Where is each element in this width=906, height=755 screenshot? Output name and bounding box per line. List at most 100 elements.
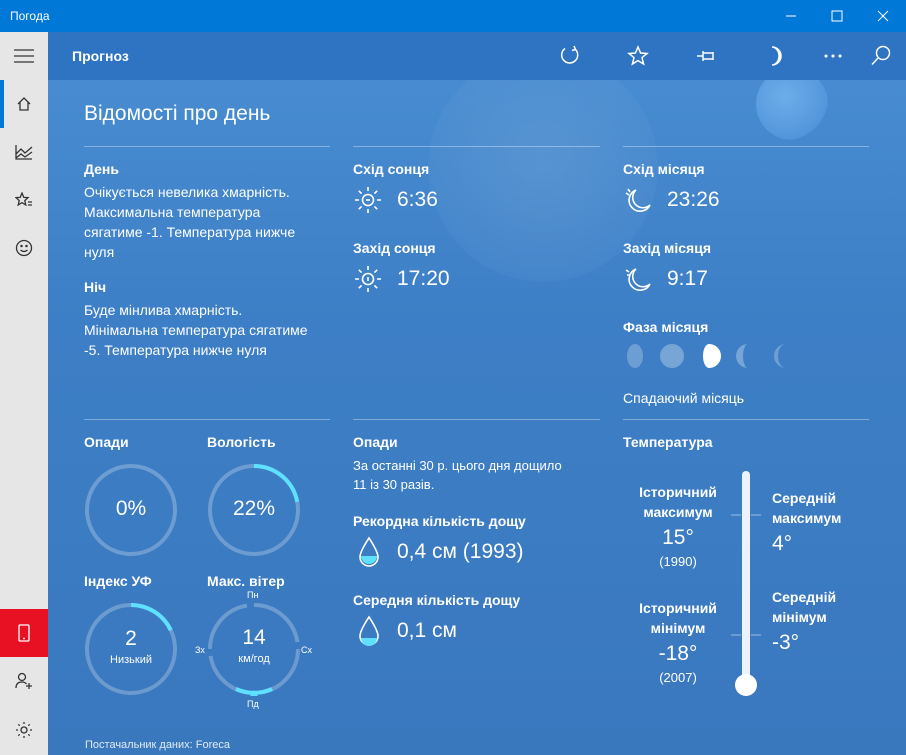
dark-mode-button[interactable] — [758, 40, 790, 72]
humidity-gauge: 22% — [207, 463, 301, 557]
historical-min-title: мінімум — [650, 620, 706, 636]
divider — [353, 146, 600, 147]
refresh-button[interactable] — [554, 40, 586, 72]
wind-east-label: Сх — [301, 645, 312, 655]
uv-gauge: 2 Низький — [84, 602, 178, 696]
historical-min-value: -18° — [658, 642, 698, 665]
search-button[interactable] — [865, 40, 897, 72]
phone-icon — [18, 624, 30, 642]
add-user-icon — [15, 672, 32, 689]
thermometer-icon — [731, 471, 761, 696]
historical-max-title: максимум — [643, 504, 713, 520]
sidebar-item-settings[interactable] — [0, 706, 48, 754]
pin-icon — [697, 51, 714, 61]
history-text-line: За останні 30 р. цього дня дощило — [353, 458, 562, 473]
star-icon — [627, 45, 649, 66]
night-label: Ніч — [84, 279, 107, 295]
page-title: Прогноз — [72, 48, 129, 64]
average-max: Середній максимум 4° — [772, 488, 882, 556]
average-min: Середній мінімум -3° — [772, 587, 882, 655]
average-min-title: мінімум — [772, 609, 827, 625]
humidity-value: 22% — [232, 497, 276, 520]
history-text-line: 11 із 30 разів. — [353, 477, 435, 492]
historical-min-year: (2007) — [659, 670, 697, 685]
average-max-title: максимум — [772, 510, 842, 526]
history-precip-label: Опади — [353, 434, 398, 450]
historical-max-year: (1990) — [659, 554, 697, 569]
pin-button[interactable] — [691, 40, 723, 72]
moonset-icon — [624, 266, 654, 299]
close-button[interactable] — [860, 0, 906, 32]
historical-max-value: 15° — [662, 526, 694, 549]
favorite-button[interactable] — [622, 40, 654, 72]
historical-min-title: Історичний — [639, 600, 717, 616]
home-icon — [17, 97, 31, 111]
record-rain-label: Рекордна кількість дощу — [353, 513, 526, 529]
refresh-icon — [560, 45, 579, 64]
sunrise-time: 6:36 — [397, 188, 438, 211]
day-text-line: Максимальна температура — [84, 204, 261, 220]
sidebar-item-account[interactable] — [0, 657, 48, 705]
hamburger-menu-button[interactable] — [0, 32, 48, 80]
historical-min: Історичний мінімум -18° (2007) — [626, 598, 730, 685]
divider — [623, 146, 869, 147]
active-indicator — [0, 80, 4, 128]
moonset-time: 9:17 — [667, 267, 708, 290]
divider — [353, 419, 600, 420]
moonrise-icon — [624, 187, 654, 220]
average-min-title: Середній — [772, 589, 837, 605]
night-text-line: Мінімальна температура сягатиме — [84, 322, 308, 338]
chart-icon — [15, 145, 33, 160]
close-icon — [877, 10, 889, 22]
precip-value: 0% — [115, 497, 147, 520]
sidebar-item-favorites[interactable] — [0, 176, 48, 224]
minimize-icon — [786, 15, 796, 17]
avg-rain-value: 0,1 см — [397, 619, 457, 642]
moon-phase-label: Фаза місяця — [623, 319, 709, 335]
sidebar-item-life[interactable] — [0, 224, 48, 272]
wind-speed: 14 — [242, 626, 266, 649]
sidebar-item-mobile[interactable] — [0, 609, 48, 657]
day-label: День — [84, 161, 119, 177]
divider — [84, 146, 330, 147]
precip-gauge: 0% — [84, 463, 178, 557]
uv-level: Низький — [110, 654, 152, 666]
average-max-value: 4° — [772, 532, 793, 555]
raindrop-icon — [358, 536, 380, 573]
sidebar-item-maps[interactable] — [0, 128, 48, 176]
wind-gauge: 14 км/год — [207, 602, 301, 696]
wind-unit: км/год — [238, 653, 270, 665]
moon-phase-waxing-gibbous-icon — [660, 344, 684, 368]
day-text-line: Очікується невелика хмарність. — [84, 184, 290, 200]
moonset-label: Захід місяця — [623, 240, 711, 256]
smiley-icon — [15, 239, 33, 257]
menu-icon — [14, 49, 34, 63]
favorites-icon — [15, 192, 32, 207]
maximize-button[interactable] — [814, 0, 860, 32]
main-content: Прогноз Відомості про день День Очікуєть… — [48, 32, 906, 755]
sidebar-item-forecast[interactable] — [0, 80, 48, 128]
minimize-button[interactable] — [768, 0, 814, 32]
more-button[interactable] — [817, 40, 849, 72]
raindrop-icon — [358, 615, 380, 652]
moon-icon — [771, 46, 782, 66]
data-provider-credit: Постачальник даних: Foreca — [85, 739, 231, 751]
average-min-value: -3° — [772, 631, 800, 654]
window-title: Погода — [10, 9, 50, 23]
wind-north-label: Пн — [247, 590, 259, 600]
divider — [84, 419, 330, 420]
moonrise-time: 23:26 — [667, 188, 720, 211]
historical-max: Історичний максимум 15° (1990) — [626, 482, 730, 569]
day-description: Очікується невелика хмарність. Максималь… — [84, 182, 334, 262]
settings-icon — [16, 722, 32, 738]
day-text-line: сягатиме -1. Температура нижче — [84, 224, 296, 240]
record-rain-value: 0,4 см (1993) — [397, 540, 524, 563]
sunrise-label: Схід сонця — [353, 161, 430, 177]
thermometer — [731, 469, 761, 701]
wind-label: Макс. вітер — [207, 573, 285, 589]
avg-rain-label: Середня кількість дощу — [353, 592, 521, 608]
moon-phase-last-crescent-icon — [774, 344, 786, 368]
night-text-line: -5. Температура нижче нуля — [84, 342, 267, 358]
sidebar — [0, 32, 48, 755]
sunset-icon — [353, 264, 383, 299]
